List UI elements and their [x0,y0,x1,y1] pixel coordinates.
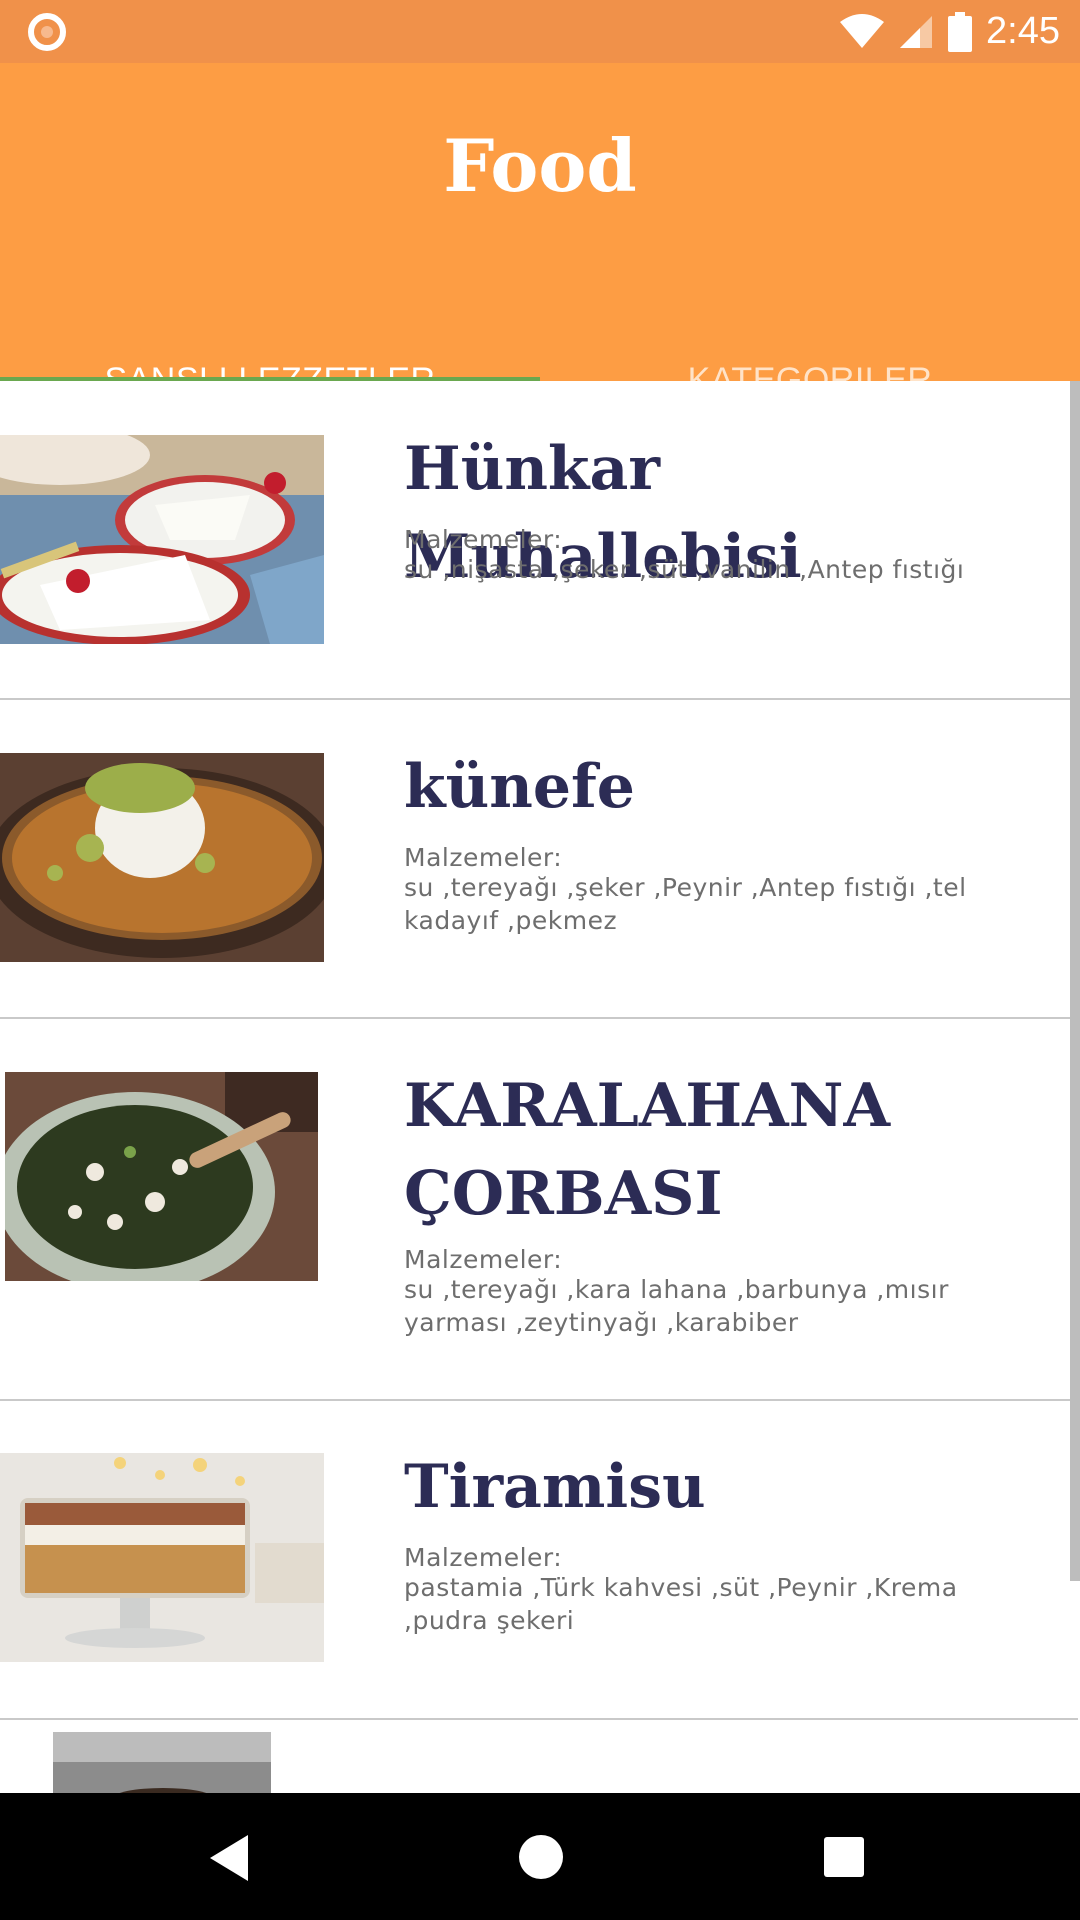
ingredients-text: su ,tereyağı ,şeker ,Peynir ,Antep fıstı… [404,873,967,935]
recipe-title: KARALAHANA ÇORBASI [404,1071,891,1229]
back-icon[interactable] [210,1835,248,1881]
recipe-card[interactable]: Tiramisu Malzemeler: pastamia ,Türk kahv… [0,1401,1078,1721]
recipe-list[interactable]: Hünkar Muhallebisi Malzemeler: su ,nişas… [0,381,1080,1793]
ingredients-label: Malzemeler: [404,1245,563,1274]
recipe-image [0,435,324,644]
recipe-title: Tiramisu [404,1452,706,1522]
notification-circle-icon [28,13,66,51]
recipe-card[interactable]: Hünkar Muhallebisi Malzemeler: su ,nişas… [0,381,1078,701]
tab-kategoriler[interactable]: KATEGORILER [540,297,1080,399]
ingredients-label: Malzemeler: [404,525,563,554]
navigation-bar [0,1793,1080,1920]
wifi-icon [840,13,885,48]
recipe-image [0,753,324,962]
ingredients-text: su ,tereyağı ,kara lahana ,barbunya ,mıs… [404,1275,949,1337]
status-bar: 2:45 [0,0,1080,63]
recipe-image [0,1453,324,1662]
app-title: Food [443,123,637,208]
recipe-card[interactable]: KARALAHANA ÇORBASI Malzemeler: su ,terey… [0,1019,1078,1402]
recipe-image [5,1072,318,1281]
status-time: 2:45 [986,10,1060,52]
recipe-image [53,1732,271,1793]
home-icon[interactable] [519,1835,563,1879]
battery-icon [948,11,973,52]
ingredients-label: Malzemeler: [404,1543,563,1572]
ingredients-label: Malzemeler: [404,843,563,872]
ingredients-text: su ,nişasta ,şeker ,süt ,vanilin ,Antep … [404,555,965,584]
scrollbar[interactable] [1070,381,1080,1581]
recipe-card[interactable]: künefe Malzemeler: su ,tereyağı ,şeker ,… [0,700,1078,1020]
recipe-card[interactable] [0,1720,1078,1793]
app-bar: Food ŞANSLI LEZZETLER KATEGORILER [0,63,1080,399]
status-icons: 2:45 [840,0,1060,63]
ingredients-text: pastamia ,Türk kahvesi ,süt ,Peynir ,Kre… [404,1573,958,1635]
recipe-title: künefe [404,752,635,822]
recents-icon[interactable] [824,1837,864,1877]
tab-sansli-lezzetler[interactable]: ŞANSLI LEZZETLER [0,297,540,399]
cell-signal-icon [900,15,933,48]
